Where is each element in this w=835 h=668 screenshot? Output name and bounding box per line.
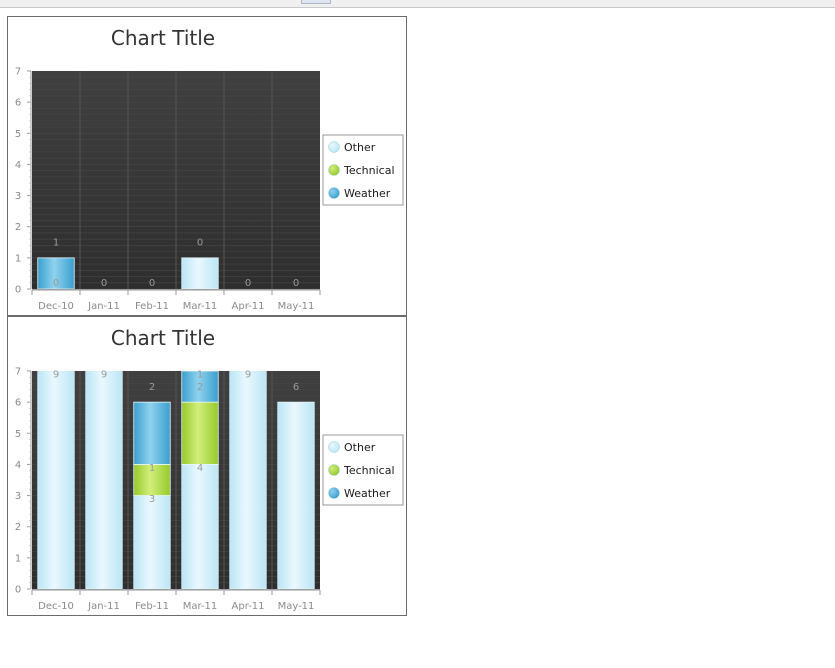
x-tick-label: Mar-11 xyxy=(183,601,218,612)
data-label: 0 xyxy=(149,278,155,289)
x-tick-label: Dec-10 xyxy=(38,301,74,312)
bar-technical xyxy=(181,401,219,465)
browser-tab-edge[interactable] xyxy=(301,0,331,4)
legend-marker-technical xyxy=(328,164,340,176)
y-tick-label: 4 xyxy=(15,460,21,471)
y-tick-label: 6 xyxy=(15,398,21,409)
y-tick-label: 0 xyxy=(15,285,21,296)
bar-other xyxy=(181,257,219,289)
chart-1-svg: Chart Title 0 1 2 3 4 5 6 7 Dec-10 Jan-11 Feb-11 Mar… xyxy=(15,26,404,312)
x-tick-label: Feb-11 xyxy=(135,301,169,312)
data-label: 1 xyxy=(149,463,155,474)
data-label: 9 xyxy=(245,369,251,380)
legend-marker-weather xyxy=(328,187,340,199)
data-label: 9 xyxy=(53,369,59,380)
data-label: 9 xyxy=(101,369,107,380)
x-tick-label: Jan-11 xyxy=(87,301,120,312)
legend-marker-weather xyxy=(328,487,340,499)
data-label: 0 xyxy=(293,278,299,289)
x-tick-label: May-11 xyxy=(278,301,315,312)
x-tick-label: Apr-11 xyxy=(232,301,265,312)
x-tick-label: Mar-11 xyxy=(183,301,218,312)
data-label: 2 xyxy=(197,382,203,393)
legend: Other Technical Weather xyxy=(322,134,404,206)
data-label: 0 xyxy=(53,278,59,289)
data-label: 3 xyxy=(149,494,155,505)
y-tick-label: 3 xyxy=(15,191,21,202)
bar-other xyxy=(181,464,219,589)
bar-weather xyxy=(133,401,171,465)
legend-label-weather: Weather xyxy=(344,487,391,500)
y-tick-label: 4 xyxy=(15,160,21,171)
bar-other xyxy=(85,371,123,589)
y-tick-label: 1 xyxy=(15,253,21,264)
legend-marker-technical xyxy=(328,464,340,476)
y-tick-label: 1 xyxy=(15,553,21,564)
data-label: 2 xyxy=(149,382,155,393)
legend: Other Technical Weather xyxy=(322,434,404,506)
browser-top-strip xyxy=(0,0,835,8)
bar-other xyxy=(133,495,171,589)
legend-label-other: Other xyxy=(344,141,376,154)
chart-title: Chart Title xyxy=(111,26,215,50)
data-label: 4 xyxy=(197,463,203,474)
data-label: 1 xyxy=(197,369,203,380)
legend-label-weather: Weather xyxy=(344,187,391,200)
x-tick-label: Apr-11 xyxy=(232,601,265,612)
legend-label-other: Other xyxy=(344,441,376,454)
legend-label-technical: Technical xyxy=(343,164,395,177)
data-label: 1 xyxy=(53,238,59,249)
y-tick-label: 5 xyxy=(15,129,21,140)
bar-other xyxy=(229,371,267,589)
y-tick-label: 5 xyxy=(15,429,21,440)
y-tick-label: 2 xyxy=(15,522,21,533)
bar-other xyxy=(37,371,75,589)
y-tick-label: 0 xyxy=(15,585,21,596)
data-label: 0 xyxy=(197,238,203,249)
data-label: 6 xyxy=(293,382,299,393)
x-tick-label: Feb-11 xyxy=(135,601,169,612)
x-tick-label: May-11 xyxy=(278,601,315,612)
x-tick-label: Jan-11 xyxy=(87,601,120,612)
bar-other xyxy=(277,401,315,589)
data-label: 0 xyxy=(101,278,107,289)
chart-title: Chart Title xyxy=(111,326,215,350)
chart-2-svg: Chart Title 0 1 2 3 4 5 6 7 Dec-10 Jan-11 Feb-11 Mar… xyxy=(15,326,404,612)
data-label: 0 xyxy=(245,278,251,289)
y-tick-label: 7 xyxy=(15,67,21,78)
legend-marker-other xyxy=(328,141,340,153)
chart-panel-2: Chart Title 0 1 2 3 4 5 6 7 Dec-10 Jan-11 Feb-11 Mar… xyxy=(7,316,407,616)
y-tick-label: 3 xyxy=(15,491,21,502)
legend-label-technical: Technical xyxy=(343,464,395,477)
x-tick-label: Dec-10 xyxy=(38,601,74,612)
legend-marker-other xyxy=(328,441,340,453)
chart-panel-1: Chart Title 0 1 2 3 4 5 6 7 Dec-10 Jan-11 Feb-11 Mar… xyxy=(7,16,407,316)
y-tick-label: 6 xyxy=(15,98,21,109)
y-tick-label: 7 xyxy=(15,367,21,378)
y-tick-label: 2 xyxy=(15,222,21,233)
